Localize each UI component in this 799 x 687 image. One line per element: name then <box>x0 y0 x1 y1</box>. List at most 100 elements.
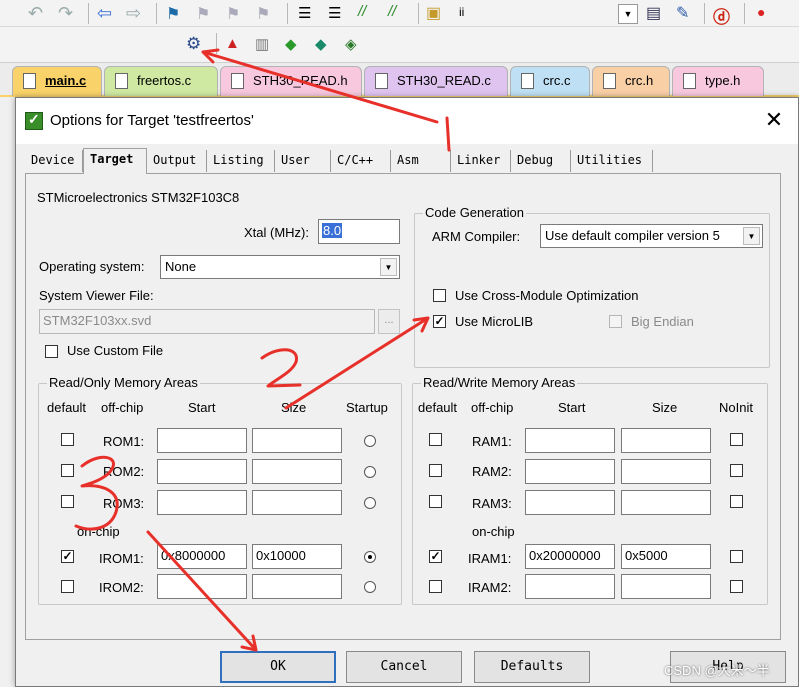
irom1-startup-radio[interactable] <box>364 551 376 563</box>
tab-debug[interactable]: Debug <box>511 150 571 172</box>
defaults-button[interactable]: Defaults <box>474 651 590 683</box>
tab-device[interactable]: Device <box>25 150 83 172</box>
rom3-start-input[interactable] <box>157 490 247 515</box>
dialog-titlebar[interactable]: Options for Target 'testfreertos' ✕ <box>16 98 798 144</box>
svd-file-input[interactable]: STM32F103xx.svd <box>39 309 375 334</box>
tab-asm[interactable]: Asm <box>391 150 451 172</box>
breakpoint-icon[interactable]: ● <box>757 4 777 24</box>
os-select[interactable]: None ▼ <box>160 255 400 279</box>
iram1-noinit-checkbox[interactable] <box>730 550 743 563</box>
nav-forward-icon[interactable]: ⇨ <box>126 3 146 23</box>
select-packs-icon[interactable]: ◆ <box>315 35 335 55</box>
tab-utilities[interactable]: Utilities <box>571 150 653 172</box>
bookmark-prev-icon[interactable]: ⚑ <box>196 4 216 24</box>
rom3-default-checkbox[interactable] <box>61 495 74 508</box>
dropdown-icon[interactable]: ▼ <box>618 4 638 24</box>
target-options-icon[interactable]: ⚙ <box>186 34 206 54</box>
rom2-default-checkbox[interactable] <box>61 464 74 477</box>
cross-module-opt-checkbox[interactable] <box>433 289 446 302</box>
ram1-default-checkbox[interactable] <box>429 433 442 446</box>
config-wizard-icon[interactable]: ▤ <box>646 3 666 23</box>
tab-user[interactable]: User <box>275 150 331 172</box>
svd-browse-button[interactable]: ... <box>378 309 400 334</box>
irom1-start-input[interactable]: 0x8000000 <box>157 544 247 569</box>
arm-compiler-select[interactable]: Use default compiler version 5 ▼ <box>540 224 763 248</box>
use-microlib-checkbox[interactable]: ✓ <box>433 315 446 328</box>
bookmark-next-icon[interactable]: ⚑ <box>226 4 246 24</box>
file-tab-type-h[interactable]: type.h <box>672 66 764 96</box>
ram3-default-checkbox[interactable] <box>429 495 442 508</box>
debug-start-icon[interactable]: ⓓ <box>713 3 733 27</box>
nav-back-icon[interactable]: ⇦ <box>97 3 117 23</box>
tab-output[interactable]: Output <box>147 150 207 172</box>
irom2-default-checkbox[interactable] <box>61 580 74 593</box>
ram3-size-input[interactable] <box>621 490 711 515</box>
ram1-noinit-checkbox[interactable] <box>730 433 743 446</box>
iram2-size-input[interactable] <box>621 574 711 599</box>
file-tab-sth30-read-h[interactable]: STH30_READ.h <box>220 66 362 96</box>
irom1-size-input[interactable]: 0x10000 <box>252 544 342 569</box>
configure-icon[interactable]: ✎ <box>676 3 696 23</box>
ide-toolbar-top: ↶ ↷ ⇦ ⇨ ⚑ ⚑ ⚑ ⚑ ☰ ☰ // // ▣ ii ▼ ▤ ✎ ⓓ ● <box>0 0 799 27</box>
indent-icon[interactable]: ☰ <box>298 4 318 24</box>
unindent-icon[interactable]: ☰ <box>328 4 348 24</box>
ok-button[interactable]: OK <box>220 651 336 683</box>
iram1-default-checkbox[interactable]: ✓ <box>429 550 442 563</box>
ram1-start-input[interactable] <box>525 428 615 453</box>
rom2-start-input[interactable] <box>157 459 247 484</box>
rom1-size-input[interactable] <box>252 428 342 453</box>
undo-icon[interactable]: ↶ <box>28 3 48 23</box>
iram2-noinit-checkbox[interactable] <box>730 580 743 593</box>
run-time-env-icon[interactable]: ◆ <box>285 35 305 55</box>
ram2-default-checkbox[interactable] <box>429 464 442 477</box>
iram2-default-checkbox[interactable] <box>429 580 442 593</box>
ram3-start-input[interactable] <box>525 490 615 515</box>
tab-c-cpp[interactable]: C/C++ <box>331 150 391 172</box>
use-custom-file-checkbox[interactable] <box>45 345 58 358</box>
iram1-start-input[interactable]: 0x20000000 <box>525 544 615 569</box>
bookmark-clear-icon[interactable]: ⚑ <box>256 4 276 24</box>
tab-linker[interactable]: Linker <box>451 150 511 172</box>
irom1-default-checkbox[interactable]: ✓ <box>61 550 74 563</box>
chevron-down-icon[interactable]: ▼ <box>743 227 760 245</box>
ram2-start-input[interactable] <box>525 459 615 484</box>
iram2-start-input[interactable] <box>525 574 615 599</box>
rom3-size-input[interactable] <box>252 490 342 515</box>
ram3-noinit-checkbox[interactable] <box>730 495 743 508</box>
pack-installer-icon[interactable]: ◈ <box>345 35 365 55</box>
redo-icon[interactable]: ↷ <box>58 3 78 23</box>
irom2-size-input[interactable] <box>252 574 342 599</box>
xtal-input[interactable]: 8.0 <box>318 219 400 244</box>
tab-listing[interactable]: Listing <box>207 150 275 172</box>
tab-target[interactable]: Target <box>83 148 147 174</box>
find-in-files-icon[interactable]: ▣ <box>426 3 446 23</box>
cancel-button[interactable]: Cancel <box>346 651 462 683</box>
rom2-size-input[interactable] <box>252 459 342 484</box>
comment-icon[interactable]: // <box>358 3 378 23</box>
file-tab-crc-c[interactable]: crc.c <box>510 66 590 96</box>
file-tab-crc-h[interactable]: crc.h <box>592 66 670 96</box>
ram2-size-input[interactable] <box>621 459 711 484</box>
bookmark-icon[interactable]: ⚑ <box>166 4 186 24</box>
rom3-startup-radio[interactable] <box>364 497 376 509</box>
rom1-start-input[interactable] <box>157 428 247 453</box>
manage-project-icon[interactable]: ▲ <box>225 35 245 55</box>
rom1-default-checkbox[interactable] <box>61 433 74 446</box>
iram1-size-input[interactable]: 0x5000 <box>621 544 711 569</box>
irom2-start-input[interactable] <box>157 574 247 599</box>
file-extensions-icon[interactable]: ▥ <box>255 35 275 55</box>
file-tab-freertos-c[interactable]: freertos.c <box>104 66 218 96</box>
file-tab-main-c[interactable]: main.c <box>12 66 102 96</box>
file-tab-label: STH30_READ.h <box>253 73 348 88</box>
file-tab-sth30-read-c[interactable]: STH30_READ.c <box>364 66 508 96</box>
rom2-startup-radio[interactable] <box>364 466 376 478</box>
uncomment-icon[interactable]: // <box>388 3 408 23</box>
big-endian-checkbox[interactable] <box>609 315 622 328</box>
irom2-startup-radio[interactable] <box>364 581 376 593</box>
ram2-noinit-checkbox[interactable] <box>730 464 743 477</box>
document-icon <box>521 73 534 89</box>
rom1-startup-radio[interactable] <box>364 435 376 447</box>
ram1-size-input[interactable] <box>621 428 711 453</box>
chevron-down-icon[interactable]: ▼ <box>380 258 397 276</box>
close-icon[interactable]: ✕ <box>764 108 784 132</box>
